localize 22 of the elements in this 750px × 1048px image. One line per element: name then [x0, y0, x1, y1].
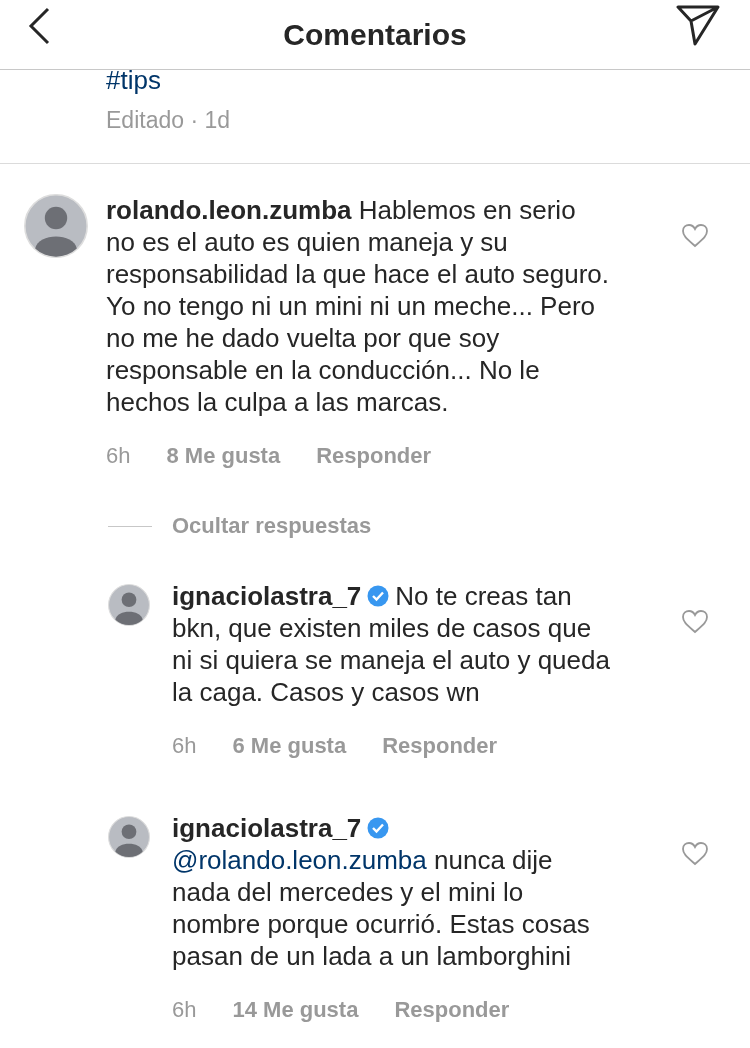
comment-text: ignaciolastra_7 @rolando.leon.zumba nunca dije nada del mercedes y el mini lo nombre porque ocurrió. Estas cosas pasan de un lada a un lamborghini — [172, 812, 591, 972]
reply-button[interactable]: Responder — [316, 440, 432, 472]
likes-count[interactable]: 6 Me gusta — [232, 730, 347, 762]
hide-replies-button[interactable]: Ocultar respuestas — [172, 510, 372, 542]
likes-count[interactable]: 8 Me gusta — [166, 440, 281, 472]
avatar[interactable] — [24, 194, 88, 258]
send-icon[interactable] — [676, 4, 720, 46]
page-title: Comentarios — [283, 16, 467, 53]
timestamp: 6h — [106, 442, 131, 470]
caption-meta: Editado · 1d — [106, 106, 232, 135]
comment-text: rolando.leon.zumba Hablemos en serio no es el auto es quien maneja y su responsabilidad la que hace el auto seguro. Yo no tengo ni un mini ni un meche... Pero no me he dado vuelta por que soy responsable en la conducción... No le hechos la culpa a las marcas. — [106, 194, 611, 418]
avatar[interactable] — [108, 816, 150, 858]
timestamp: 6h — [172, 732, 197, 760]
avatar[interactable] — [108, 584, 150, 626]
likes-count[interactable]: 14 Me gusta — [232, 994, 359, 1026]
mention-link[interactable]: @rolando.leon.zumba — [172, 845, 427, 875]
back-icon[interactable] — [26, 6, 52, 46]
comment-text: ignaciolastra_7 No te creas tan bkn, que existen miles de casos que ni si quiera se maneja el auto y queda la caga. Casos y casos wn — [172, 580, 611, 708]
reply-button[interactable]: Responder — [382, 730, 498, 762]
hashtag-link[interactable]: #tips — [106, 64, 750, 96]
timestamp: 6h — [172, 996, 197, 1024]
reply-button[interactable]: Responder — [394, 994, 510, 1026]
